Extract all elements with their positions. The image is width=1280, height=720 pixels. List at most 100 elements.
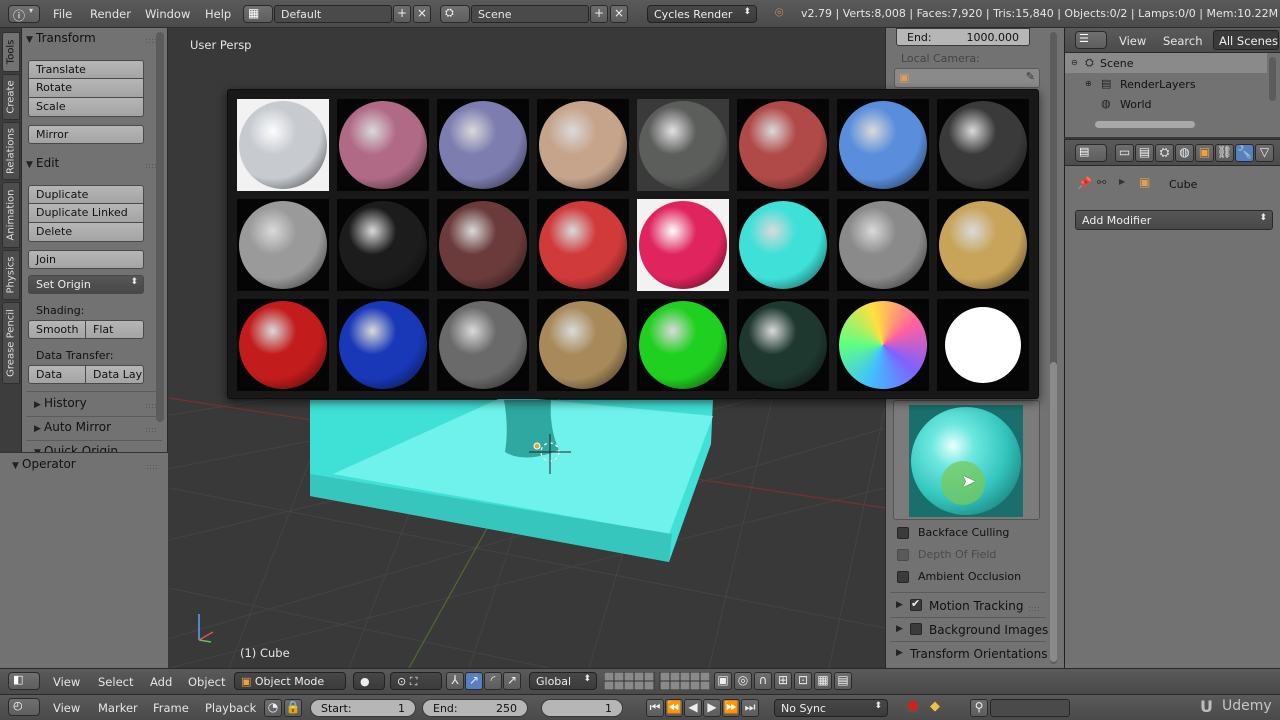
matcap-swatch[interactable] <box>637 199 729 291</box>
panel-header-auto-mirror[interactable]: ▶ Auto Mirror <box>26 420 111 434</box>
panel-header-edit[interactable]: ▼ Edit <box>26 156 59 170</box>
modifiers-tab-icon[interactable]: 🔧 <box>1235 144 1254 162</box>
matcap-swatch[interactable] <box>837 99 929 191</box>
scale-manipulator-icon[interactable]: ↗ <box>503 672 521 690</box>
triangle-right-icon[interactable]: ▶ <box>896 624 903 634</box>
auto-keying-record-icon[interactable] <box>906 699 920 713</box>
screen-layout-browse-button[interactable]: ▦ <box>243 5 273 23</box>
panel-header-history[interactable]: ▶ History <box>26 396 87 410</box>
data-layout-transfer-button[interactable]: Data Lay <box>86 365 144 384</box>
matcap-swatch[interactable] <box>537 299 629 391</box>
add-scene-icon[interactable]: + <box>590 5 608 23</box>
viewport-shading-dropdown[interactable]: ● <box>353 672 385 690</box>
render-tab-icon[interactable]: ▭ <box>1115 144 1134 162</box>
matcap-swatch[interactable] <box>737 99 829 191</box>
pin-icon[interactable]: 📌 <box>1077 176 1092 190</box>
menu-window[interactable]: Window <box>145 7 190 21</box>
keying-set-icon[interactable]: ◆ <box>930 699 940 714</box>
panel-header-quick-origin[interactable]: ▼Quick Origin <box>26 444 118 452</box>
start-frame-field[interactable]: Start: 1 <box>310 699 416 717</box>
menu-render[interactable]: Render <box>90 7 131 21</box>
snap-magnet-icon[interactable]: ∩ <box>754 672 772 690</box>
outliner-scrollbar[interactable] <box>1269 57 1276 101</box>
play-reverse-icon[interactable]: ◀ <box>684 699 702 717</box>
triangle-right-icon[interactable]: ▶ <box>896 648 903 658</box>
eyedropper-icon[interactable]: ✎ <box>1026 70 1035 83</box>
scene-field[interactable]: Scene <box>471 5 589 23</box>
render-animation-icon[interactable]: ▤ <box>834 672 852 690</box>
matcap-swatch[interactable] <box>337 299 429 391</box>
lock-icon[interactable]: 🔒 <box>284 699 302 717</box>
object-tab-icon[interactable]: ▣ <box>1195 144 1214 162</box>
outliner-menu-search[interactable]: Search <box>1163 34 1203 48</box>
matcap-swatch[interactable] <box>537 199 629 291</box>
sync-mode-dropdown[interactable]: No Sync ⬍ <box>774 699 888 717</box>
drag-grip-icon[interactable] <box>146 464 158 469</box>
motion-tracking-label[interactable]: Motion Tracking <box>929 599 1023 613</box>
proportional-edit-icon[interactable]: ◎ <box>734 672 752 690</box>
editor-type-timeline-button[interactable]: ◴ <box>8 698 40 716</box>
render-still-icon[interactable]: ▦ <box>814 672 832 690</box>
editor-type-outliner-button[interactable]: ☰ <box>1075 31 1107 49</box>
snap-target-icon[interactable]: ⊡ <box>794 672 812 690</box>
matcap-swatch[interactable] <box>237 199 329 291</box>
drag-grip-icon[interactable] <box>145 427 157 432</box>
scene-tab-icon[interactable]: ⛭ <box>1155 144 1174 162</box>
panel-header-transform[interactable]: ▼ Transform <box>26 31 96 45</box>
smooth-button[interactable]: Smooth <box>28 320 86 339</box>
world-tab-icon[interactable]: ◍ <box>1175 144 1194 162</box>
backface-culling-checkbox[interactable] <box>897 527 909 539</box>
timeline-menu-marker[interactable]: Marker <box>98 701 138 715</box>
background-images-label[interactable]: Background Images <box>929 623 1048 637</box>
expand-icon[interactable]: ⊕ <box>1085 79 1092 88</box>
scale-button[interactable]: Scale <box>28 98 144 117</box>
motion-tracking-checkbox[interactable]: ✔ <box>910 597 922 611</box>
editor-type-info-button[interactable]: ⓘ ▾ <box>8 5 40 23</box>
data-tab-icon[interactable]: ▽ <box>1255 144 1274 162</box>
matcap-swatch[interactable] <box>237 99 329 191</box>
layer-buttons[interactable] <box>603 671 711 691</box>
matcap-swatch[interactable] <box>937 99 1029 191</box>
matcap-swatch[interactable] <box>737 299 829 391</box>
matcap-swatch[interactable] <box>637 99 729 191</box>
outliner-display-mode-dropdown[interactable]: All Scenes <box>1213 30 1279 50</box>
pivot-point-dropdown[interactable]: ⊙ ⛶ <box>390 672 442 690</box>
outliner-item-renderlayers[interactable]: RenderLayers <box>1120 78 1196 91</box>
menu-help[interactable]: Help <box>205 7 231 21</box>
render-layers-tab-icon[interactable]: ▤ <box>1135 144 1154 162</box>
tab-animation[interactable]: Animation <box>2 182 20 248</box>
manipulator-toggle-icon[interactable]: ⅄ <box>446 672 464 690</box>
editor-type-properties-button[interactable]: ▤ <box>1075 144 1107 162</box>
matcap-swatch[interactable] <box>737 199 829 291</box>
matcap-swatch[interactable] <box>237 299 329 391</box>
close-screen-icon[interactable]: × <box>413 5 431 23</box>
next-keyframe-icon[interactable]: ⏩ <box>722 699 740 717</box>
tool-shelf-scrollbar[interactable] <box>156 32 164 422</box>
timeline-menu-playback[interactable]: Playback <box>205 701 256 715</box>
matcap-swatch[interactable] <box>837 199 929 291</box>
tab-tools[interactable]: Tools <box>2 32 20 72</box>
current-frame-field[interactable]: 1 <box>541 699 623 717</box>
jump-end-icon[interactable]: ⏭ <box>741 699 759 717</box>
delete-button[interactable]: Delete <box>28 223 144 242</box>
timeline-menu-frame[interactable]: Frame <box>153 701 189 715</box>
render-engine-dropdown[interactable]: Cycles Render ⬍ <box>647 5 757 23</box>
add-screen-icon[interactable]: + <box>393 5 411 23</box>
tab-relations[interactable]: Relations <box>2 122 20 180</box>
outliner-horizontal-scrollbar[interactable] <box>1095 121 1195 128</box>
matcap-swatch[interactable] <box>637 299 729 391</box>
menu-file[interactable]: File <box>53 7 72 21</box>
depth-of-field-checkbox[interactable] <box>897 549 909 561</box>
translate-button[interactable]: Translate <box>28 60 144 79</box>
panel-header-operator[interactable]: ▼ Operator <box>12 457 76 471</box>
tab-physics[interactable]: Physics <box>2 250 20 300</box>
menu-object[interactable]: Object <box>188 675 225 689</box>
add-modifier-dropdown[interactable]: Add Modifier ⬍ <box>1075 210 1273 230</box>
join-button[interactable]: Join <box>28 250 144 269</box>
tab-create[interactable]: Create <box>2 74 20 120</box>
local-camera-field[interactable]: ▣ ✎ <box>894 68 1040 88</box>
scene-browse-button[interactable]: ⛭ <box>440 5 470 23</box>
keying-set-dropdown-icon[interactable]: ⚲ <box>970 699 988 717</box>
clip-end-field[interactable]: End: 1000.000 <box>896 28 1030 46</box>
expand-icon[interactable]: ⊖ <box>1071 58 1078 67</box>
